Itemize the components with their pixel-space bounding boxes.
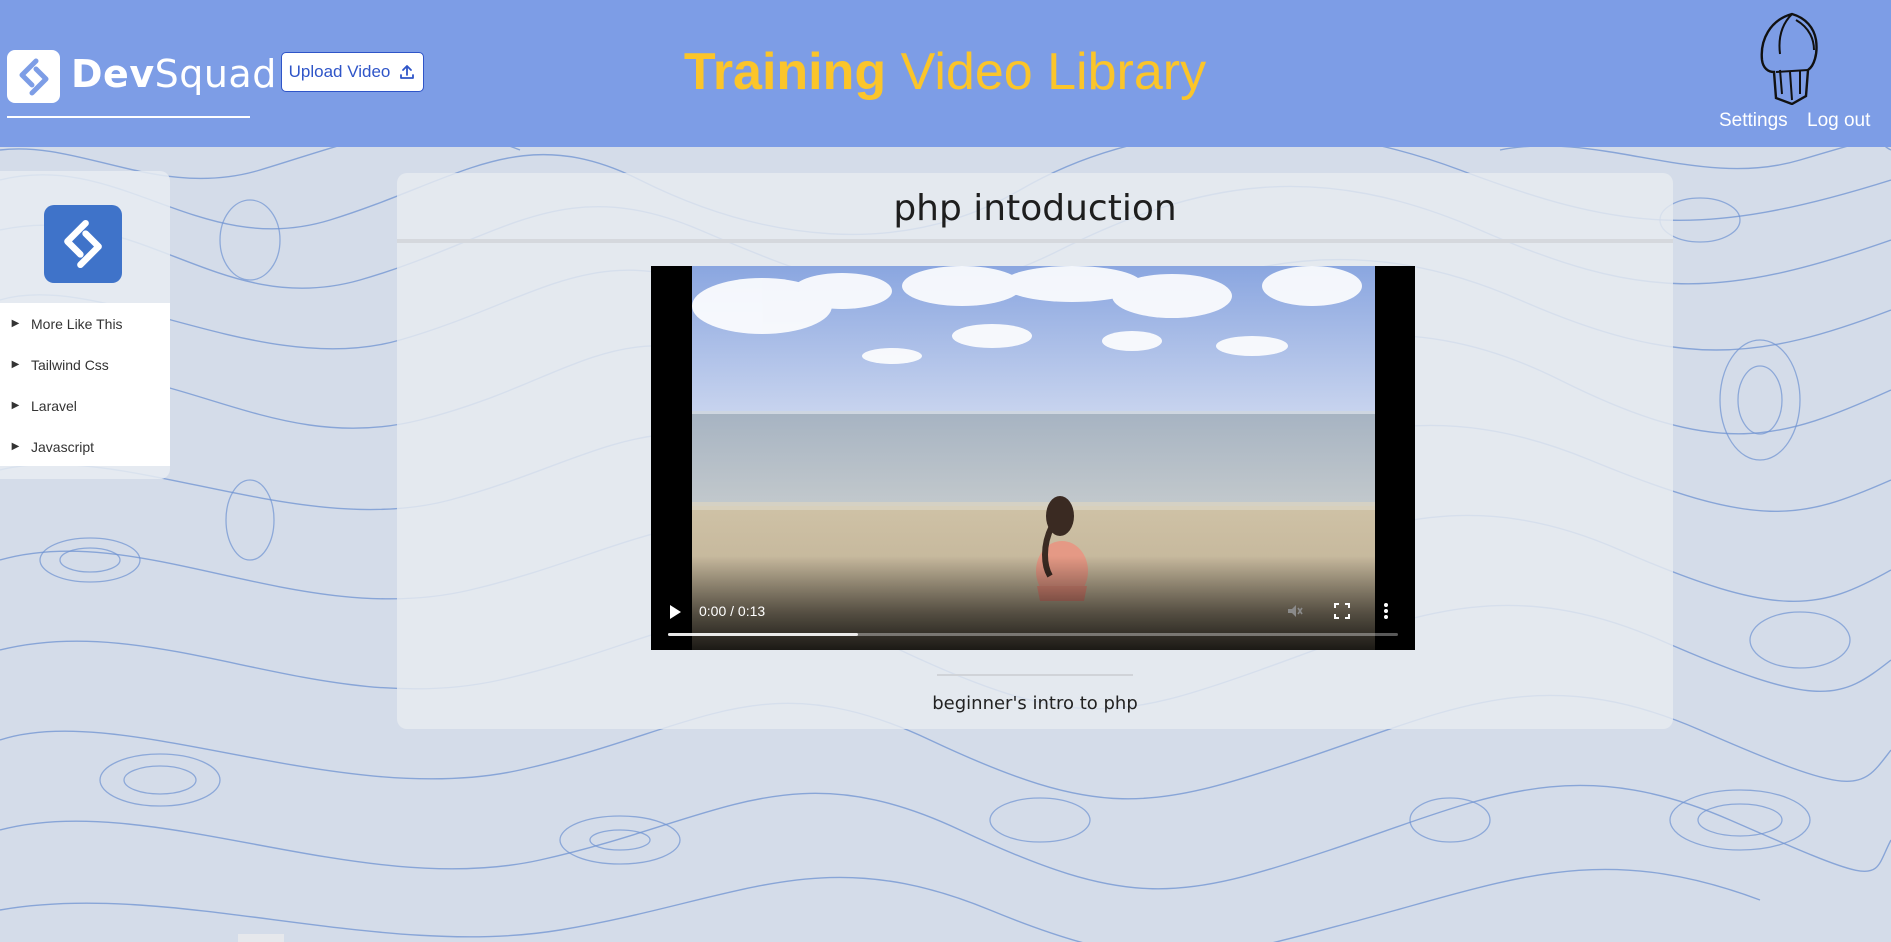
- video-progress-bar[interactable]: [668, 633, 1398, 636]
- sidebar-item-label: Tailwind Css: [31, 356, 109, 373]
- expand-triangle-icon: ▶: [11, 318, 20, 329]
- sidebar-item-tailwind-css[interactable]: ▶ Tailwind Css: [0, 344, 170, 385]
- video-card: php intoduction 0:00 / 0:13 beginner's i…: [397, 173, 1673, 729]
- helmet-icon[interactable]: [1752, 10, 1824, 105]
- caption-divider: [937, 674, 1133, 676]
- sidebar-item-label: Javascript: [31, 438, 95, 455]
- video-title: php intoduction: [893, 188, 1177, 229]
- bottom-tab: [238, 934, 284, 942]
- video-progress-fill: [668, 633, 858, 636]
- sidebar-item-label: More Like This: [31, 315, 123, 332]
- sidebar: ▶ More Like This ▶ Tailwind Css ▶ Laravel ▶…: [0, 171, 170, 479]
- upload-video-label: Upload Video: [288, 62, 391, 81]
- sidebar-item-laravel[interactable]: ▶ Laravel: [0, 385, 170, 426]
- mute-icon[interactable]: [1286, 602, 1304, 620]
- sidebar-item-more-like-this[interactable]: ▶ More Like This: [0, 303, 170, 344]
- brand-logo[interactable]: DevSquad: [7, 50, 276, 118]
- brand-name-part1: Dev: [71, 52, 155, 96]
- top-header: DevSquad Upload Video Training Video Lib…: [0, 0, 1891, 147]
- expand-triangle-icon: ▶: [11, 359, 20, 370]
- settings-link[interactable]: Settings: [1719, 110, 1788, 132]
- devsquad-logo-icon: [7, 50, 60, 103]
- page-title-strong: Training: [683, 43, 887, 101]
- expand-triangle-icon: ▶: [11, 441, 20, 452]
- page-title: Training Video Library: [600, 42, 1290, 102]
- brand-name-part2: Squad: [154, 52, 277, 96]
- more-options-icon[interactable]: [1383, 602, 1389, 620]
- sidebar-categories: ▶ More Like This ▶ Tailwind Css ▶ Laravel ▶…: [0, 303, 170, 466]
- title-divider: [397, 239, 1673, 243]
- video-description: beginner's intro to php: [932, 693, 1138, 714]
- play-icon[interactable]: [668, 604, 682, 620]
- sidebar-item-javascript[interactable]: ▶ Javascript: [0, 426, 170, 467]
- fullscreen-icon[interactable]: [1334, 603, 1350, 619]
- upload-video-button[interactable]: Upload Video: [281, 52, 424, 92]
- brand-name: DevSquad: [71, 52, 277, 96]
- sidebar-item-label: Laravel: [31, 397, 77, 414]
- upload-icon: [400, 65, 415, 79]
- page-title-rest: Video Library: [900, 43, 1207, 101]
- expand-triangle-icon: ▶: [11, 400, 20, 411]
- logout-link[interactable]: Log out: [1807, 110, 1870, 132]
- video-player[interactable]: 0:00 / 0:13: [651, 266, 1415, 650]
- video-controls: 0:00 / 0:13: [651, 556, 1415, 650]
- video-time: 0:00 / 0:13: [699, 603, 766, 619]
- sidebar-logo-icon: [44, 205, 122, 283]
